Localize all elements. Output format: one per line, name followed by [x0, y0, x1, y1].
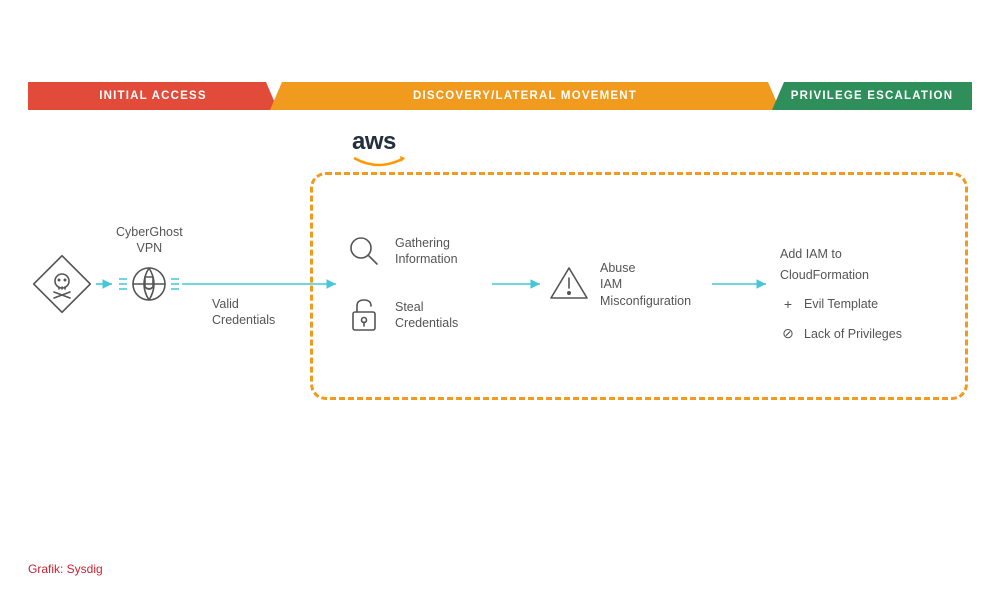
valid-credentials-label: Valid Credentials: [212, 296, 275, 329]
aws-logo: aws: [352, 128, 406, 175]
phase-initial-access: INITIAL ACCESS: [28, 82, 278, 110]
skull-icon: [34, 256, 90, 312]
image-credit: Grafik: Sysdig: [28, 562, 103, 576]
vpn-label: CyberGhost VPN: [116, 224, 183, 257]
lack-privileges-row: ⊘Lack of Privileges: [780, 322, 902, 346]
phase-label: PRIVILEGE ESCALATION: [791, 90, 953, 102]
abuse-label: AbuseIAMMisconfiguration: [600, 260, 691, 309]
aws-text: aws: [352, 128, 406, 156]
vpn-node: CyberGhost VPN: [116, 224, 183, 312]
phase-discovery: DISCOVERY/LATERAL MOVEMENT: [270, 82, 780, 110]
evil-template-row: +Evil Template: [780, 293, 902, 317]
lock-open-icon: [349, 298, 379, 332]
magnifier-icon: [347, 234, 381, 268]
steal-creds-node: StealCredentials: [345, 298, 458, 332]
gather-label: GatheringInformation: [395, 235, 458, 268]
phase-escalation: PRIVILEGE ESCALATION: [772, 82, 972, 110]
phase-label: INITIAL ACCESS: [99, 90, 207, 102]
abuse-iam-node: AbuseIAMMisconfiguration: [550, 260, 691, 309]
plus-icon: +: [780, 293, 796, 317]
prohibit-icon: ⊘: [780, 322, 796, 346]
phase-bar: INITIAL ACCESS DISCOVERY/LATERAL MOVEMEN…: [28, 82, 972, 110]
warning-triangle-icon: [549, 266, 589, 302]
gather-info-node: GatheringInformation: [345, 234, 458, 268]
steal-label: StealCredentials: [395, 299, 458, 332]
escalation-title: Add IAM toCloudFormation: [780, 244, 902, 287]
globe-shield-icon: [119, 261, 179, 307]
aws-smile-icon: [352, 156, 406, 170]
phase-label: DISCOVERY/LATERAL MOVEMENT: [413, 90, 637, 102]
escalation-node: Add IAM toCloudFormation +Evil Template …: [780, 244, 902, 346]
attacker-node: [34, 256, 90, 317]
